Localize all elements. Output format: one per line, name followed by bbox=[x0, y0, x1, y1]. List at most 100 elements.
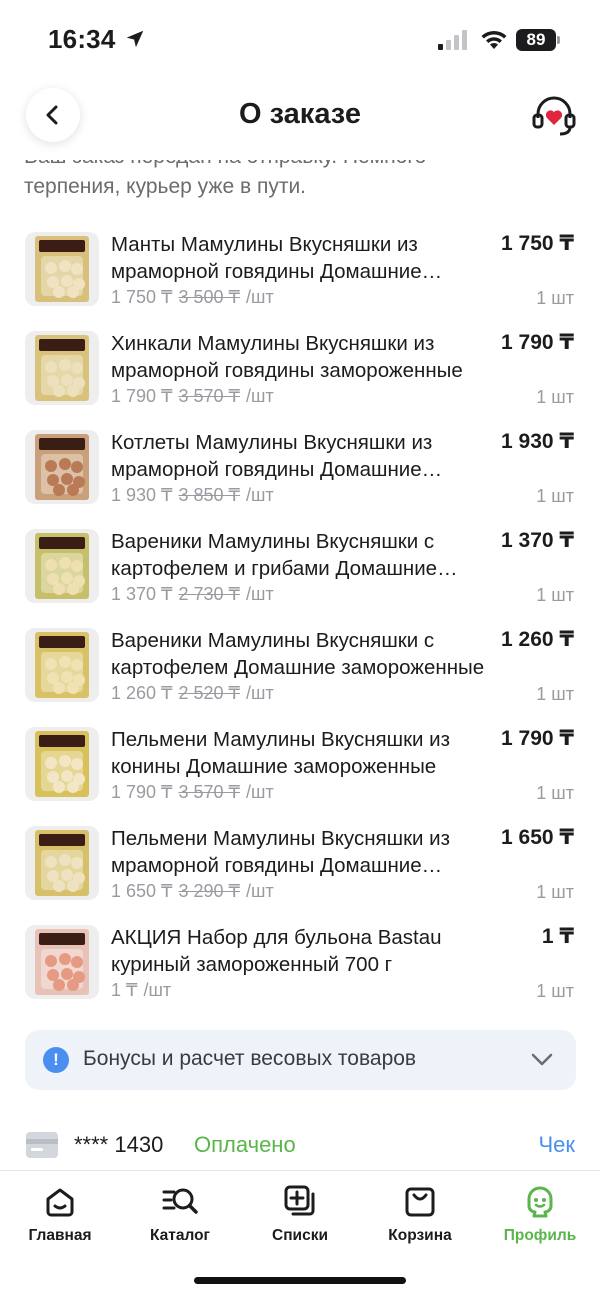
product-thumbnail bbox=[25, 925, 99, 999]
receipt-link[interactable]: Чек bbox=[538, 1132, 575, 1158]
item-quantity: 1 шт bbox=[536, 882, 574, 902]
status-time: 16:34 bbox=[48, 24, 116, 54]
current-price: 1 790 ₸ bbox=[111, 386, 173, 406]
tab-home-label: Главная bbox=[28, 1227, 92, 1244]
item-quantity: 1 шт bbox=[536, 288, 574, 308]
item-quantity: 1 шт bbox=[536, 783, 574, 803]
product-package-image bbox=[35, 632, 89, 698]
product-package-image bbox=[35, 929, 89, 995]
old-price: 3 570 ₸ bbox=[178, 386, 241, 406]
home-indicator bbox=[194, 1277, 406, 1284]
product-thumbnail bbox=[25, 331, 99, 405]
product-package-image bbox=[35, 335, 89, 401]
tab-profile-label: Профиль bbox=[503, 1227, 577, 1244]
battery-indicator: 89 bbox=[516, 29, 560, 51]
current-price: 1 750 ₸ bbox=[111, 287, 173, 307]
item-total-price: 1 790 ₸ bbox=[501, 331, 574, 354]
product-name[interactable]: Пельмени Мамулины Вкусняшки из конины До… bbox=[111, 726, 489, 780]
unit-price-line: 1 930 ₸ 3 850 ₸/шт bbox=[111, 485, 274, 506]
tab-lists[interactable]: Списки bbox=[240, 1171, 360, 1261]
payment-row: **** 1430 Оплачено Чек bbox=[0, 1128, 600, 1168]
old-price: 3 500 ₸ bbox=[178, 287, 241, 307]
tab-home[interactable]: Главная bbox=[0, 1171, 120, 1261]
product-name[interactable]: АКЦИЯ Набор для бульона Bastau куриный з… bbox=[111, 924, 489, 978]
tab-lists-label: Списки bbox=[272, 1227, 328, 1244]
item-total-price: 1 260 ₸ bbox=[501, 628, 574, 651]
current-price: 1 790 ₸ bbox=[111, 782, 173, 802]
old-price: 2 520 ₸ bbox=[178, 683, 241, 703]
profile-icon bbox=[527, 1186, 553, 1218]
price-unit: /шт bbox=[246, 782, 274, 802]
page-title: О заказе bbox=[239, 98, 361, 130]
price-unit: /шт bbox=[246, 683, 274, 703]
unit-price-line: 1 370 ₸ 2 730 ₸/шт bbox=[111, 584, 274, 605]
unit-price-line: 1 750 ₸ 3 500 ₸/шт bbox=[111, 287, 274, 308]
product-package-image bbox=[35, 830, 89, 896]
order-status-message: Ваш заказ передан на отправку. Немного т… bbox=[0, 160, 600, 210]
home-icon bbox=[46, 1188, 74, 1217]
old-price: 3 850 ₸ bbox=[178, 485, 241, 505]
bank-card-icon bbox=[26, 1132, 58, 1158]
product-name[interactable]: Пельмени Мамулины Вкусняшки из мраморной… bbox=[111, 825, 489, 879]
item-total-price: 1 650 ₸ bbox=[501, 826, 574, 849]
chevron-down-icon bbox=[531, 1053, 553, 1066]
product-thumbnail bbox=[25, 529, 99, 603]
product-name[interactable]: Хинкали Мамулины Вкусняшки из мраморной … bbox=[111, 330, 489, 384]
info-icon: ! bbox=[43, 1047, 69, 1073]
header: О заказе bbox=[0, 80, 600, 160]
old-price: 3 570 ₸ bbox=[178, 782, 241, 802]
order-item[interactable]: Пельмени Мамулины Вкусняшки из конины До… bbox=[0, 725, 600, 824]
current-price: 1 930 ₸ bbox=[111, 485, 173, 505]
bonus-weight-info-dropdown[interactable]: ! Бонусы и расчет весовых товаров bbox=[25, 1030, 576, 1090]
unit-price-line: 1 ₸/шт bbox=[111, 980, 171, 1001]
order-item[interactable]: Пельмени Мамулины Вкусняшки из мраморной… bbox=[0, 824, 600, 923]
product-thumbnail bbox=[25, 826, 99, 900]
order-item[interactable]: АКЦИЯ Набор для бульона Bastau куриный з… bbox=[0, 923, 600, 1022]
product-package-image bbox=[35, 236, 89, 302]
item-total-price: 1 ₸ bbox=[541, 925, 574, 948]
item-quantity: 1 шт bbox=[536, 981, 574, 1001]
current-price: 1 ₸ bbox=[111, 980, 138, 1000]
price-unit: /шт bbox=[246, 584, 274, 604]
tab-catalog-label: Каталог bbox=[149, 1227, 211, 1244]
product-name[interactable]: Котлеты Мамулины Вкусняшки из мраморной … bbox=[111, 429, 489, 483]
order-item[interactable]: Вареники Мамулины Вкусняшки с картофелем… bbox=[0, 626, 600, 725]
unit-price-line: 1 650 ₸ 3 290 ₸/шт bbox=[111, 881, 274, 902]
product-package-image bbox=[35, 533, 89, 599]
item-quantity: 1 шт bbox=[536, 486, 574, 506]
location-arrow-icon bbox=[126, 30, 144, 48]
tab-cart[interactable]: Корзина bbox=[360, 1171, 480, 1261]
product-name[interactable]: Манты Мамулины Вкусняшки из мраморной го… bbox=[111, 231, 489, 285]
wifi-icon bbox=[481, 30, 507, 49]
card-number: **** 1430 bbox=[74, 1132, 164, 1157]
item-total-price: 1 750 ₸ bbox=[501, 232, 574, 255]
catalog-search-icon bbox=[162, 1188, 198, 1214]
cellular-signal-icon bbox=[438, 30, 467, 50]
unit-price-line: 1 790 ₸ 3 570 ₸/шт bbox=[111, 386, 274, 407]
old-price: 3 290 ₸ bbox=[178, 881, 241, 901]
product-name[interactable]: Вареники Мамулины Вкусняшки с картофелем… bbox=[111, 627, 489, 681]
item-total-price: 1 930 ₸ bbox=[501, 430, 574, 453]
old-price: 2 730 ₸ bbox=[178, 584, 241, 604]
tab-cart-label: Корзина bbox=[388, 1227, 452, 1244]
battery-tip bbox=[557, 36, 560, 44]
tab-profile[interactable]: Профиль bbox=[480, 1171, 600, 1261]
unit-price-line: 1 790 ₸ 3 570 ₸/шт bbox=[111, 782, 274, 803]
item-quantity: 1 шт bbox=[536, 585, 574, 605]
product-thumbnail bbox=[25, 628, 99, 702]
price-unit: /шт bbox=[246, 881, 274, 901]
price-unit: /шт bbox=[246, 287, 274, 307]
order-item[interactable]: Хинкали Мамулины Вкусняшки из мраморной … bbox=[0, 329, 600, 428]
product-thumbnail bbox=[25, 727, 99, 801]
cart-bag-icon bbox=[405, 1187, 435, 1217]
tab-catalog[interactable]: Каталог bbox=[120, 1171, 240, 1261]
order-status-line-1: Ваш заказ передан на отправку. Немного bbox=[24, 160, 584, 172]
battery-level: 89 bbox=[516, 29, 556, 51]
lists-icon bbox=[284, 1185, 315, 1216]
order-item[interactable]: Котлеты Мамулины Вкусняшки из мраморной … bbox=[0, 428, 600, 527]
order-items-list: Манты Мамулины Вкусняшки из мраморной го… bbox=[0, 230, 600, 1022]
product-name[interactable]: Вареники Мамулины Вкусняшки с картофелем… bbox=[111, 528, 489, 582]
order-item[interactable]: Вареники Мамулины Вкусняшки с картофелем… bbox=[0, 527, 600, 626]
order-item[interactable]: Манты Мамулины Вкусняшки из мраморной го… bbox=[0, 230, 600, 329]
support-headset-icon[interactable] bbox=[530, 92, 578, 140]
